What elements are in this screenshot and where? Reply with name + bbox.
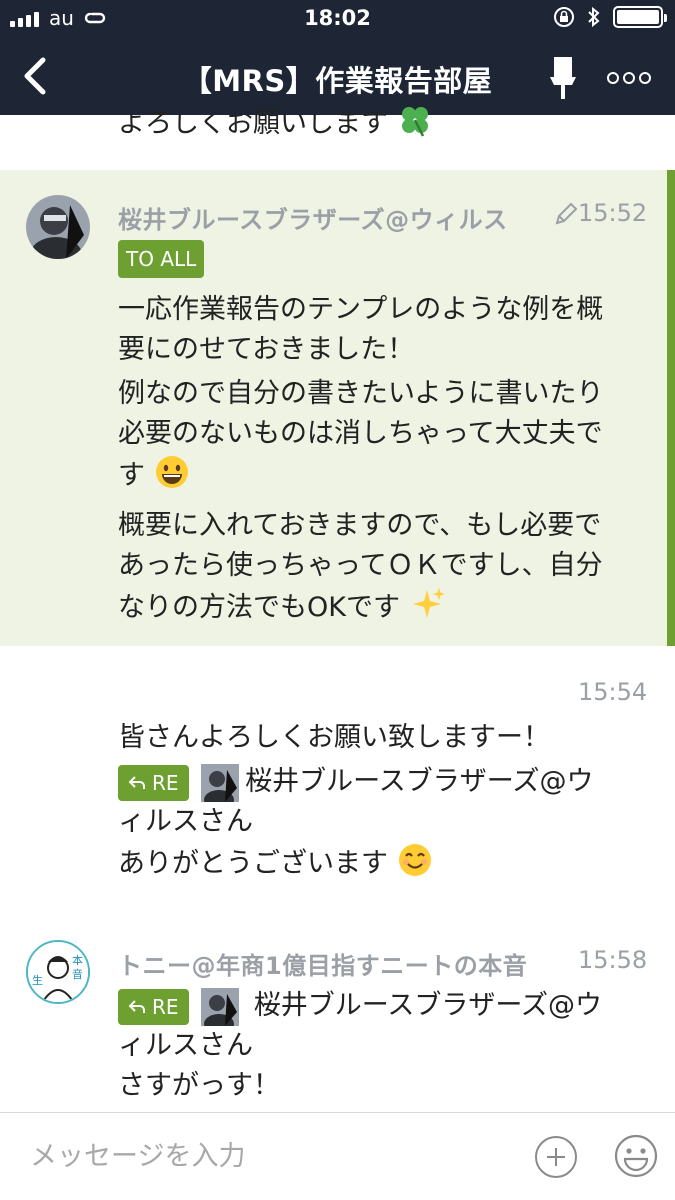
- chevron-left-icon: [24, 57, 46, 95]
- reply-avatar-icon: [201, 987, 240, 1026]
- reply-target-name-cont: ィルスさん: [118, 806, 253, 837]
- back-button[interactable]: [10, 48, 60, 104]
- more-options-button[interactable]: [598, 50, 660, 106]
- message-line: なりの方法でもOKです: [118, 592, 400, 623]
- svg-text:本: 本: [72, 953, 83, 967]
- smiley-icon: [614, 1134, 658, 1178]
- bluetooth-icon: [588, 6, 600, 28]
- message-line: ありがとうございます: [118, 848, 388, 879]
- message-time: 15:52: [578, 199, 648, 227]
- reply-target-name-cont: ィルスさん: [118, 1030, 253, 1061]
- message-line: 概要に入れておきますので、もし必要で: [118, 510, 602, 541]
- reply-arrow-icon: [128, 775, 145, 789]
- highlight-indicator: [667, 170, 675, 646]
- plus-icon: [547, 1148, 565, 1166]
- sender-name[interactable]: 桜井ブルースブラザーズ@ウィルス: [118, 200, 508, 235]
- emoji-button[interactable]: [613, 1133, 659, 1179]
- message-line-with-emoji: す: [118, 454, 603, 496]
- dot-icon: [623, 72, 635, 84]
- message-line: 要にのせておきました！: [118, 334, 415, 365]
- reply-line: RE 桜井ブルースブラザーズ@ウ: [118, 762, 593, 802]
- message-line: さすがっす！: [118, 1070, 280, 1101]
- reply-arrow-icon: [128, 999, 145, 1013]
- link-icon: [84, 12, 106, 24]
- to-all-badge: TO ALL: [118, 240, 205, 278]
- status-left: au: [10, 6, 110, 30]
- message-time: 15:58: [578, 946, 648, 974]
- reply-line: RE 桜井ブルースブラザーズ@ウ: [118, 986, 602, 1026]
- previous-message-line: よろしくお願いします: [118, 108, 388, 139]
- svg-text:生: 生: [32, 973, 43, 987]
- reply-target-name[interactable]: 桜井ブルースブラザーズ@ウ: [254, 990, 602, 1021]
- carrier-label: au: [49, 6, 74, 30]
- previous-message-text: よろしくお願いします: [118, 102, 433, 144]
- clover-emoji-icon: [401, 107, 428, 137]
- avatar-photo-icon: [26, 195, 90, 259]
- rotation-lock-icon: [554, 7, 574, 27]
- reply-badge[interactable]: RE: [118, 764, 189, 801]
- signal-icon: [10, 9, 39, 27]
- message-input-bar: メッセージを入力: [0, 1112, 675, 1200]
- message-body: 一応作業報告のテンプレのような例を概 要にのせておきました！ 例なので自分の書き…: [118, 290, 603, 628]
- message-input[interactable]: メッセージを入力: [30, 1135, 510, 1179]
- dot-icon: [607, 72, 619, 84]
- avatar[interactable]: 生 本 音: [26, 940, 90, 1004]
- message-time: 15:54: [578, 678, 648, 706]
- message-line: す: [118, 460, 145, 491]
- reply-avatar-icon: [201, 763, 240, 802]
- status-bar: au 18:02: [0, 0, 675, 38]
- pin-button[interactable]: [538, 50, 588, 106]
- pin-icon: [550, 57, 576, 99]
- dot-icon: [639, 72, 651, 84]
- message-line-with-emoji: ありがとうございます: [118, 842, 593, 884]
- message-line: 例なので自分の書きたいように書いたり: [118, 378, 604, 409]
- message-line: 皆さんよろしくお願い致しますー！: [118, 722, 550, 753]
- reply-badge[interactable]: RE: [118, 988, 189, 1025]
- sparkles-emoji-icon: [412, 588, 445, 618]
- message-line: 必要のないものは消しちゃって大丈夫で: [118, 418, 603, 449]
- status-right: [553, 6, 667, 28]
- message-body: RE 桜井ブルースブラザーズ@ウ ィルスさん さすがっす！: [118, 986, 602, 1106]
- reply-target-name[interactable]: 桜井ブルースブラザーズ@ウ: [245, 766, 593, 797]
- reply-badge-label: RE: [152, 770, 179, 795]
- avatar-illustration-icon: 生 本 音: [28, 942, 88, 1002]
- grinning-emoji-icon: [155, 456, 188, 488]
- pencil-icon: [555, 202, 578, 225]
- avatar[interactable]: [26, 195, 90, 259]
- battery-icon: [613, 6, 667, 28]
- sender-name[interactable]: トニー@年商1億目指すニートの本音: [118, 946, 527, 981]
- reply-badge-label: RE: [152, 994, 179, 1019]
- add-attachment-button[interactable]: [535, 1136, 577, 1178]
- message-line: 一応作業報告のテンプレのような例を概: [118, 294, 604, 325]
- chat-header: au 18:02 【MRS】作業報告部屋: [0, 0, 675, 115]
- svg-text:音: 音: [72, 967, 83, 981]
- smiling-emoji-icon: [398, 844, 431, 876]
- message-line-with-emoji: なりの方法でもOKです: [118, 586, 603, 628]
- message-line: あったら使っちゃってＯＫですし、自分: [118, 550, 603, 581]
- message-body: 皆さんよろしくお願い致しますー！ RE 桜井ブルースブラザーズ@ウ ィルスさん …: [118, 718, 593, 884]
